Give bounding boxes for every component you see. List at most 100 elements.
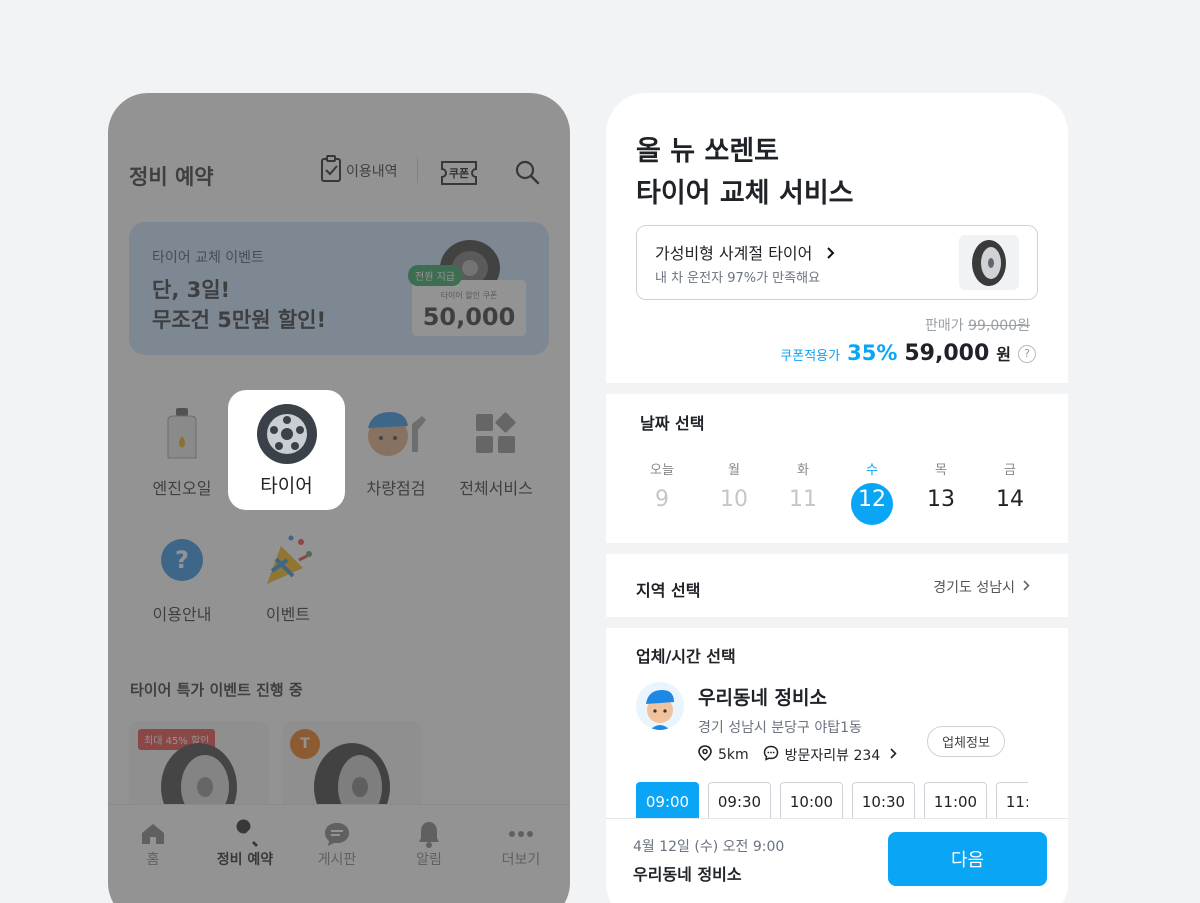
- category-guide[interactable]: ? 이용안내: [127, 529, 237, 625]
- chevron-right-icon: [1023, 579, 1030, 595]
- review-icon: [763, 745, 779, 765]
- product-card[interactable]: 가성비형 사계절 타이어 내 차 운전자 97%가 만족해요: [636, 225, 1038, 300]
- mechanic-icon: [341, 403, 451, 465]
- day-label: 목: [935, 463, 947, 478]
- day-label: 화: [797, 463, 809, 478]
- day-label: 금: [1004, 463, 1016, 478]
- page-title: 정비 예약: [129, 165, 214, 189]
- all-services-icon: [441, 403, 551, 465]
- selected-datetime: 4월 12일 (수) 오전 9:00: [633, 839, 785, 855]
- tire-service-booking-screen: 올 뉴 쏘렌토 타이어 교체 서비스 가성비형 사계절 타이어 내 차 운전자 …: [606, 93, 1068, 903]
- tab-board[interactable]: 게시판: [292, 819, 382, 869]
- wrench-icon: [200, 819, 290, 849]
- tab-more[interactable]: 더보기: [476, 819, 566, 869]
- tab-label: 더보기: [501, 852, 541, 868]
- shop-address: 경기 성남시 분당구 야탑1동: [698, 720, 862, 736]
- category-engine-oil[interactable]: 엔진오일: [127, 403, 237, 499]
- tab-booking[interactable]: 정비 예약: [200, 819, 290, 869]
- shop-section-label: 업체/시간 선택: [636, 647, 736, 666]
- time-slot[interactable]: 09:30: [708, 782, 771, 822]
- date-cell: 11: [789, 487, 817, 512]
- time-slot[interactable]: 11:00: [996, 782, 1028, 822]
- tire-icon: [228, 403, 345, 465]
- event-banner[interactable]: 타이어 교체 이벤트 단, 3일! 무조건 5만원 할인! 전원 지급 타이어 …: [129, 222, 549, 355]
- svg-text:?: ?: [175, 546, 189, 574]
- region-selector[interactable]: 경기도 성남시: [933, 577, 1030, 597]
- category-event[interactable]: 이벤트: [233, 529, 343, 625]
- shop-info-button[interactable]: 업체정보: [927, 726, 1005, 757]
- day-label: 수: [866, 463, 878, 478]
- coupon-label: 쿠폰: [449, 167, 469, 180]
- product-tire-image: [959, 235, 1019, 290]
- time-slot[interactable]: 10:30: [852, 782, 915, 822]
- price-unit: 원: [996, 345, 1011, 364]
- date-cell: 10: [720, 487, 748, 512]
- category-all-services[interactable]: 전체서비스: [441, 403, 551, 499]
- final-price: 59,000: [904, 341, 990, 366]
- date-cell[interactable]: 13: [916, 487, 966, 512]
- chat-icon: [292, 819, 382, 849]
- date-cell: 9: [655, 487, 669, 512]
- tab-home[interactable]: 홈: [108, 819, 198, 869]
- tab-label: 게시판: [317, 852, 357, 868]
- shop-name: 우리동네 정비소: [698, 687, 827, 709]
- category-label: 타이어: [260, 475, 313, 497]
- category-label: 이벤트: [265, 605, 311, 624]
- question-icon: ?: [127, 529, 237, 591]
- region-section-label: 지역 선택: [636, 581, 701, 600]
- region-value: 경기도 성남시: [933, 580, 1015, 596]
- selected-shop: 우리동네 정비소: [633, 865, 742, 884]
- date-cell-selected[interactable]: 12: [847, 487, 897, 512]
- section-divider: [606, 383, 1068, 394]
- party-popper-icon: [233, 529, 343, 591]
- bottom-tab-bar: 홈 정비 예약 게시판 알림 더보기: [108, 804, 570, 903]
- chevron-right-icon: [827, 244, 835, 263]
- booking-home-screen: 정비 예약 이용내역 쿠폰 타이어 교체 이벤트 단, 3일! 무조건 5만원 …: [108, 93, 570, 903]
- help-icon[interactable]: ?: [1018, 344, 1036, 363]
- day-label: 오늘: [650, 463, 674, 478]
- next-button[interactable]: 다음: [888, 832, 1047, 886]
- banner-headline-2: 무조건 5만원 할인!: [152, 308, 327, 332]
- booking-footer: 4월 12일 (수) 오전 9:00 우리동네 정비소 다음: [606, 818, 1068, 903]
- product-description: 내 차 운전자 97%가 만족해요: [655, 271, 821, 286]
- shop-avatar: [636, 682, 684, 730]
- bell-icon: [384, 819, 474, 849]
- page-title-line1: 올 뉴 쏘렌토: [636, 136, 779, 167]
- category-tire[interactable]: 타이어: [228, 390, 345, 510]
- engine-oil-icon: [127, 403, 237, 465]
- banner-badge: 전원 지급: [408, 265, 462, 286]
- header-divider: [417, 157, 418, 183]
- time-slot[interactable]: 10:00: [780, 782, 843, 822]
- history-button[interactable]: 이용내역: [320, 155, 398, 187]
- original-price: 판매가 99,000원: [925, 318, 1030, 334]
- coupon-price-label: 쿠폰적용가: [780, 349, 841, 364]
- tab-label: 정비 예약: [216, 852, 274, 868]
- review-count[interactable]: 방문자리뷰 234: [785, 745, 881, 765]
- ticket-caption: 타이어 할인 쿠폰: [440, 291, 498, 300]
- search-icon[interactable]: [514, 159, 540, 189]
- tab-label: 알림: [416, 852, 442, 868]
- tab-label: 홈: [146, 852, 160, 868]
- shop-meta: 5km 방문자리뷰 234: [698, 745, 897, 765]
- history-label: 이용내역: [346, 164, 398, 180]
- clipboard-check-icon: [320, 155, 342, 187]
- coupon-price: 쿠폰적용가 35% 59,000 원 ?: [780, 341, 1036, 366]
- tab-notifications[interactable]: 알림: [384, 819, 474, 869]
- home-icon: [108, 819, 198, 849]
- time-slot[interactable]: 11:00: [924, 782, 987, 822]
- section-divider: [606, 543, 1068, 554]
- coupon-button[interactable]: 쿠폰: [440, 160, 478, 190]
- banner-headline-1: 단, 3일!: [152, 278, 231, 302]
- category-label: 엔진오일: [152, 479, 212, 498]
- chevron-right-icon: [890, 747, 897, 763]
- day-label: 월: [728, 463, 740, 478]
- time-slot-list: 09:00 09:30 10:00 10:30 11:00 11:00: [636, 782, 1028, 822]
- category-inspection[interactable]: 차량점검: [341, 403, 451, 499]
- shop-distance: 5km: [718, 747, 749, 763]
- date-cell[interactable]: 14: [985, 487, 1035, 512]
- coupon-ticket: 타이어 할인 쿠폰 50,000: [412, 280, 526, 336]
- category-label: 이용안내: [152, 605, 212, 624]
- time-slot-selected[interactable]: 09:00: [636, 782, 699, 822]
- promo-section-title: 타이어 특가 이벤트 진행 중: [130, 681, 303, 699]
- product-name: 가성비형 사계절 타이어: [655, 240, 835, 264]
